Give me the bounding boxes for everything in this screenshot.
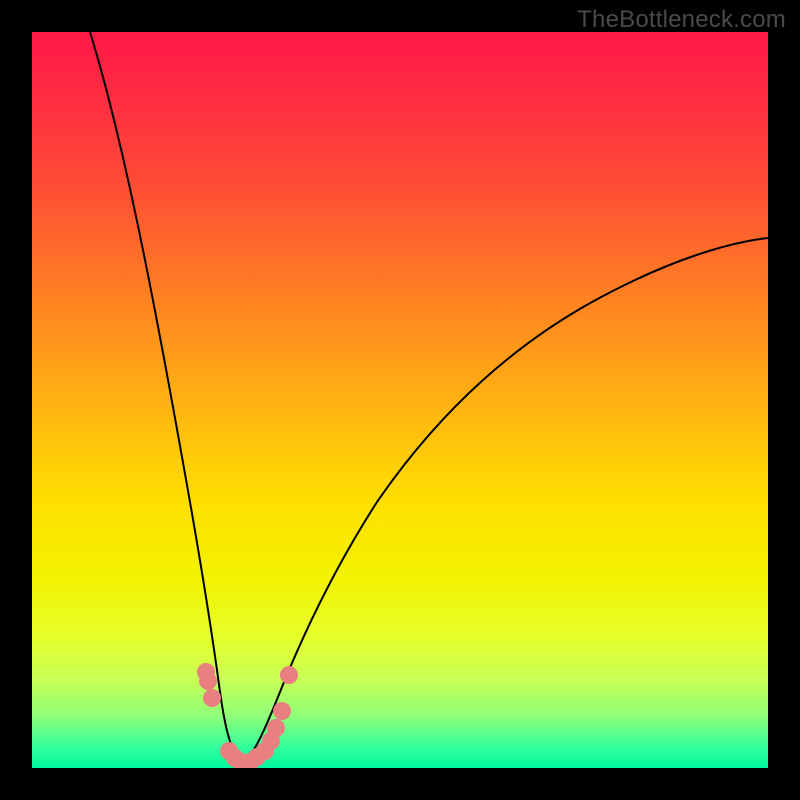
right-curve	[242, 238, 768, 765]
highlight-dots	[197, 663, 298, 768]
curve-layer	[32, 32, 768, 768]
watermark: TheBottleneck.com	[577, 6, 786, 34]
plot-area	[32, 32, 768, 768]
left-curve	[90, 32, 242, 765]
chart-frame: TheBottleneck.com	[0, 0, 800, 800]
